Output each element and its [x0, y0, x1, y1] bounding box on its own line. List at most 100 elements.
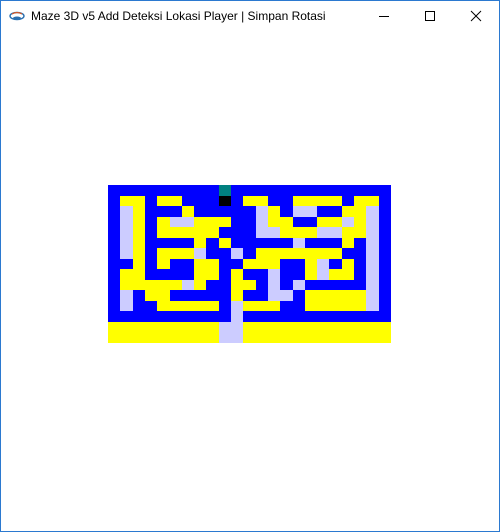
maze-wall-tile — [170, 280, 182, 290]
maze-floor-tile — [157, 269, 170, 280]
maze-floor-tile — [243, 227, 256, 238]
maze-path-tile — [366, 238, 379, 248]
maze-wall-tile — [342, 206, 354, 217]
maze-wall-tile — [231, 280, 243, 290]
maze-path-tile — [219, 332, 231, 343]
maze-floor-tile — [145, 259, 157, 269]
maze-floor-tile — [379, 196, 391, 206]
maze-wall-tile — [206, 322, 219, 332]
maze-floor-tile — [219, 311, 231, 322]
maze-wall-tile — [354, 290, 366, 301]
maze-floor-tile — [108, 290, 120, 301]
maze-floor-tile — [256, 269, 268, 280]
maze-wall-tile — [305, 332, 317, 343]
maze-wall-tile — [157, 322, 170, 332]
maze-wall-tile — [145, 290, 157, 301]
maze-path-tile — [317, 269, 329, 280]
maze-floor-tile — [317, 206, 329, 217]
maze-floor-tile — [305, 185, 317, 196]
maze-wall-tile — [305, 322, 317, 332]
maze-wall-tile — [268, 206, 280, 217]
maze-path-tile — [256, 227, 268, 238]
player-marker — [219, 196, 231, 206]
maze-wall-tile — [342, 227, 354, 238]
maze-wall-tile — [170, 227, 182, 238]
maze-wall-tile — [256, 332, 268, 343]
maze-path-tile — [366, 269, 379, 280]
maze-wall-tile — [354, 301, 366, 311]
maze-floor-tile — [366, 311, 379, 322]
maze-path-tile — [120, 301, 133, 311]
maze-wall-tile — [194, 227, 206, 238]
maze-wall-tile — [194, 280, 206, 290]
maze-floor-tile — [133, 185, 145, 196]
maze-wall-tile — [206, 301, 219, 311]
maze-wall-tile — [133, 238, 145, 248]
maze-floor-tile — [317, 311, 329, 322]
maze-floor-tile — [243, 311, 256, 322]
maze-wall-tile — [379, 322, 391, 332]
maze-path-tile — [366, 280, 379, 290]
maze-wall-tile — [256, 196, 268, 206]
maze-path-tile — [194, 248, 206, 259]
maze-wall-tile — [317, 290, 329, 301]
maze-floor-tile — [305, 280, 317, 290]
close-button[interactable] — [453, 1, 499, 30]
maze-wall-tile — [317, 196, 329, 206]
maze-floor-tile — [243, 290, 256, 301]
maze-wall-tile — [206, 217, 219, 227]
maze-floor-tile — [379, 269, 391, 280]
maze-wall-tile — [317, 217, 329, 227]
maze-floor-tile — [219, 206, 231, 217]
maze-wall-tile — [194, 269, 206, 280]
maze-floor-tile — [133, 290, 145, 301]
maze-floor-tile — [157, 238, 170, 248]
maze-wall-tile — [329, 301, 342, 311]
maze-wall-tile — [268, 322, 280, 332]
maze-wall-tile — [133, 280, 145, 290]
maze-floor-tile — [206, 290, 219, 301]
maze-floor-tile — [170, 259, 182, 269]
maze-wall-tile — [133, 227, 145, 238]
maze-wall-tile — [256, 259, 268, 269]
maze-wall-tile — [206, 259, 219, 269]
maze-path-tile — [293, 238, 305, 248]
maze-floor-tile — [243, 217, 256, 227]
maze-floor-tile — [182, 185, 194, 196]
java-cup-icon — [9, 11, 25, 21]
maze-wall-tile — [280, 332, 293, 343]
maze-wall-tile — [170, 248, 182, 259]
maze-floor-tile — [182, 290, 194, 301]
minimize-button[interactable] — [361, 1, 407, 30]
maze-floor-tile — [379, 290, 391, 301]
maze-floor-tile — [219, 227, 231, 238]
maze-wall-tile — [354, 322, 366, 332]
maze-path-tile — [120, 238, 133, 248]
maze-floor-tile — [145, 196, 157, 206]
maze-floor-tile — [317, 185, 329, 196]
maze-wall-tile — [305, 259, 317, 269]
maze-wall-tile — [206, 332, 219, 343]
title-bar[interactable]: Maze 3D v5 Add Deteksi Lokasi Player | S… — [1, 1, 499, 30]
maze-floor-tile — [206, 238, 219, 248]
maze-floor-tile — [145, 206, 157, 217]
maze-floor-tile — [231, 217, 243, 227]
maximize-button[interactable] — [407, 1, 453, 30]
maze-wall-tile — [256, 322, 268, 332]
maze-path-tile — [120, 206, 133, 217]
maze-floor-tile — [280, 206, 293, 217]
maze-floor-tile — [145, 311, 157, 322]
maze-floor-tile — [256, 311, 268, 322]
maze-wall-tile — [329, 332, 342, 343]
maze-floor-tile — [145, 227, 157, 238]
maze-floor-tile — [366, 185, 379, 196]
maze-wall-tile — [133, 196, 145, 206]
maze-floor-tile — [256, 238, 268, 248]
maze-wall-tile — [157, 227, 170, 238]
maze-floor-tile — [170, 290, 182, 301]
maze-floor-tile — [329, 185, 342, 196]
maze-wall-tile — [231, 290, 243, 301]
maze-floor-tile — [157, 206, 170, 217]
maze-wall-tile — [305, 248, 317, 259]
maze-path-tile — [256, 206, 268, 217]
